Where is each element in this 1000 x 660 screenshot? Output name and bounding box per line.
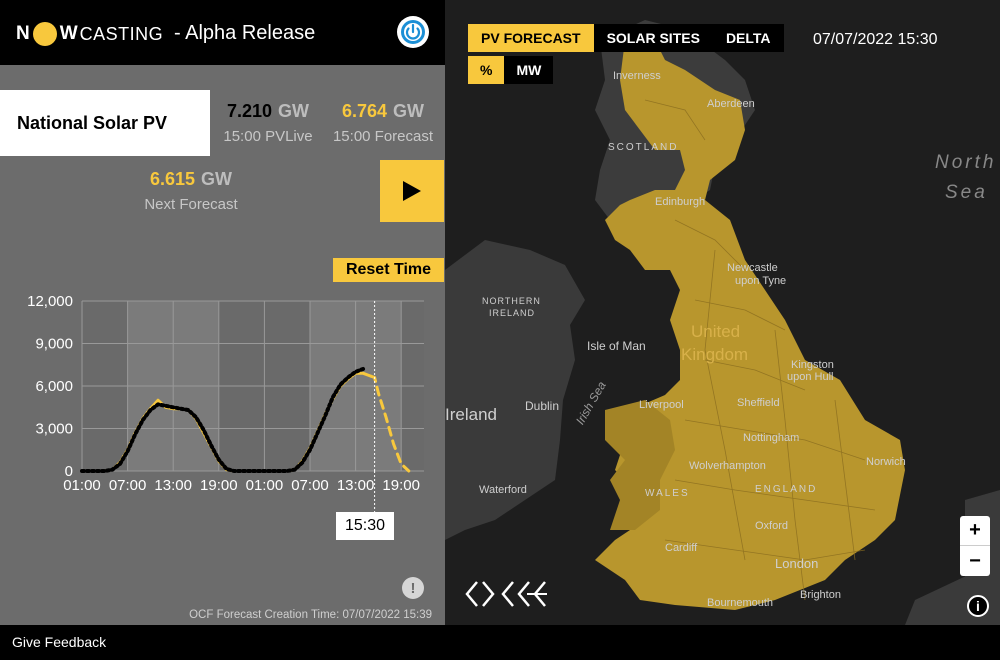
map-label-north: North	[935, 152, 997, 173]
chart-y-tick-label: 6,000	[35, 378, 73, 395]
map-label-brighton: Brighton	[800, 589, 841, 601]
map-label-scotland: SCOTLAND	[608, 142, 679, 153]
give-feedback-link[interactable]: Give Feedback	[12, 634, 106, 650]
map-label-upon-tyne: upon Tyne	[735, 275, 787, 287]
forecast-unit: GW	[393, 101, 425, 121]
chart-x-tick-label: 07:00	[291, 477, 329, 494]
play-button[interactable]	[380, 160, 444, 222]
chart-x-tick-label: 07:00	[109, 477, 147, 494]
map-label-liverpool: Liverpool	[639, 399, 684, 411]
app-root: N W CASTING - Alpha Release National Sol…	[0, 0, 1000, 660]
exclamation-icon[interactable]: !	[402, 577, 424, 599]
map-label-norwich: Norwich	[866, 456, 906, 468]
sun-icon	[32, 22, 57, 46]
power-icon	[401, 20, 425, 44]
zoom-out-button[interactable]: −	[960, 546, 990, 576]
chart-y-tick-label: 12,000	[27, 293, 73, 310]
pvlive-stat: 7.210 GW 15:00 PVLive	[218, 101, 318, 145]
next-forecast-caption: Next Forecast	[144, 196, 238, 213]
chart-x-tick-label: 19:00	[200, 477, 238, 494]
ocf-logo-icon	[465, 581, 547, 607]
zoom-control: + −	[960, 516, 990, 576]
tab-pv-forecast[interactable]: PV FORECAST	[468, 24, 594, 52]
map[interactable]: Inverness Aberdeen SCOTLAND Edinburgh Ne…	[445, 0, 1000, 625]
next-forecast-value: 6.615	[149, 169, 196, 189]
map-label-waterford: Waterford	[479, 484, 527, 496]
reset-time-button[interactable]: Reset Time	[333, 258, 444, 282]
map-label-kingston: Kingston	[791, 359, 834, 371]
forecast-panel: National Solar PV 7.210 GW 15:00 PVLive 6…	[0, 65, 445, 625]
map-label-england: ENGLAND	[755, 484, 818, 495]
play-icon	[403, 181, 421, 201]
map-info-icon[interactable]: i	[967, 595, 989, 617]
national-solar-card: National Solar PV	[0, 90, 210, 156]
tab-mw[interactable]: MW	[504, 56, 554, 84]
solar-forecast-chart[interactable]: 12,0009,0006,0003,000001:00 07:00 13:00 19:…	[0, 287, 445, 527]
map-datetime: 07/07/2022 15:30	[813, 31, 938, 48]
map-label-united: United	[691, 322, 741, 341]
map-label-bournemouth: Bournemouth	[707, 597, 774, 609]
chart-y-tick-label: 3,000	[35, 421, 73, 438]
chart-x-tick-label: 01:00	[246, 477, 284, 494]
footer: Give Feedback	[0, 625, 1000, 660]
chart-x-tick-label: 19:00	[382, 477, 420, 494]
forecast-creation-time: OCF Forecast Creation Time: 07/07/2022 1…	[189, 609, 432, 621]
national-solar-title: National Solar PV	[17, 112, 168, 133]
map-label-isle-of-man: Isle of Man	[587, 339, 646, 353]
map-label-ireland-ni: IRELAND	[489, 308, 536, 318]
pvlive-caption: 15:00 PVLive	[223, 128, 313, 145]
nowcasting-logo[interactable]: N W CASTING	[16, 21, 163, 47]
zoom-in-button[interactable]: +	[960, 516, 990, 546]
map-label-northern: NORTHERN	[482, 296, 541, 306]
pvlive-unit: GW	[278, 101, 310, 121]
forecast-stat: 6.764 GW 15:00 Forecast	[328, 101, 438, 145]
map-label-inverness: Inverness	[613, 70, 661, 82]
next-forecast-unit: GW	[201, 169, 233, 189]
forecast-caption: 15:00 Forecast	[332, 128, 434, 145]
map-label-nottingham: Nottingham	[743, 432, 800, 444]
chart-x-tick-label: 01:00	[63, 477, 101, 494]
release-label: - Alpha Release	[174, 22, 316, 44]
logo-letter-w: W	[59, 23, 78, 44]
map-label-dublin: Dublin	[525, 399, 560, 413]
logout-button[interactable]	[397, 16, 429, 48]
chart-y-tick-label: 9,000	[35, 336, 73, 353]
map-view-tabs: PV FORECAST SOLAR SITES DELTA	[468, 24, 784, 52]
map-label-london: London	[775, 556, 819, 571]
logo-letter-n: N	[16, 23, 30, 44]
map-label-kingdom: Kingdom	[681, 345, 749, 364]
map-label-oxford: Oxford	[755, 520, 789, 532]
header: N W CASTING - Alpha Release	[0, 0, 445, 65]
logo-casting: CASTING	[79, 23, 164, 44]
map-label-wolverhampton: Wolverhampton	[689, 460, 766, 472]
map-label-sea: Sea	[945, 182, 988, 203]
pvlive-value: 7.210	[226, 101, 273, 121]
selected-time-label: 15:30	[336, 512, 394, 540]
tab-solar-sites[interactable]: SOLAR SITES	[593, 24, 713, 52]
map-label-wales: WALES	[645, 488, 690, 499]
chart-x-tick-label: 13:00	[337, 477, 375, 494]
map-label-cardiff: Cardiff	[665, 542, 698, 554]
map-label-sheffield: Sheffield	[737, 397, 780, 409]
map-label-newcastle: Newcastle	[727, 262, 778, 274]
map-label-edinburgh: Edinburgh	[655, 196, 706, 208]
next-forecast-stat: 6.615 GW Next Forecast	[135, 169, 247, 213]
tab-percent[interactable]: %	[468, 56, 505, 84]
forecast-value: 6.764	[341, 101, 388, 121]
chart-x-tick-label: 13:00	[154, 477, 192, 494]
tab-delta[interactable]: DELTA	[712, 24, 784, 52]
map-label-upon-hull: upon Hull	[787, 371, 834, 383]
map-label-aberdeen: Aberdeen	[707, 98, 755, 110]
map-label-ireland: Ireland	[445, 405, 497, 424]
map-unit-tabs: % MW	[468, 56, 554, 84]
